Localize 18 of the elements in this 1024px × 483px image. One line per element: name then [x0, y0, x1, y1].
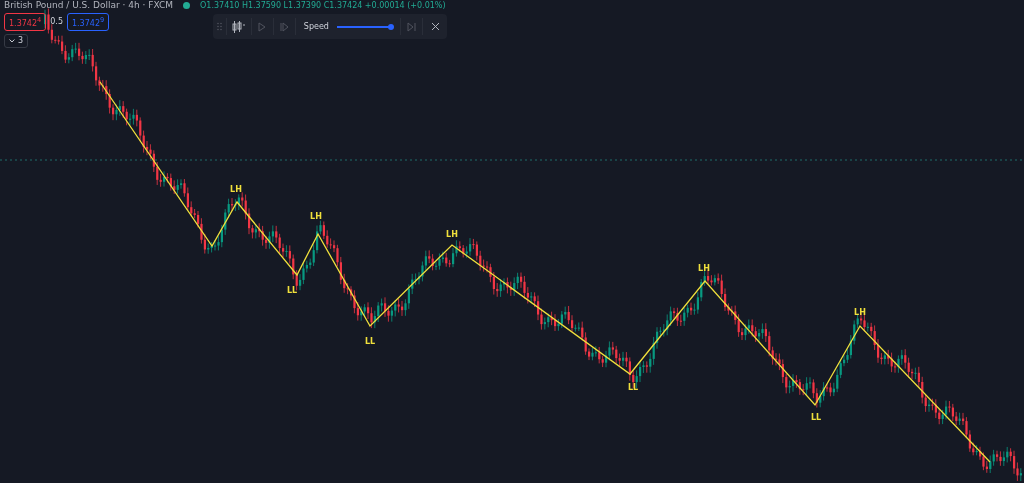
indicators-toggle[interactable]: 3 [4, 33, 28, 48]
chevron-down-icon [9, 38, 15, 43]
pivot-label: LL [810, 413, 822, 422]
pivot-label: LL [364, 337, 376, 346]
market-status-icon [183, 1, 190, 9]
pivot-label: LH [698, 264, 710, 273]
symbol-title: British Pound / U.S. Dollar · 4h · FXCM [4, 0, 173, 10]
pivot-label: LL [286, 286, 298, 295]
ohlc-values: O1.37410 H1.37590 L1.37390 C1.37424 +0.00014 (+0.01%) [200, 0, 446, 10]
speed-label: Speed [303, 22, 329, 31]
pivot-label: LH [230, 185, 242, 194]
pivot-label: LH [310, 212, 322, 221]
sell-price[interactable]: 1.3742$^{4}$ [4, 13, 47, 31]
pivot-label: LL [627, 383, 639, 392]
pivot-label: LH [854, 308, 866, 317]
buy-price[interactable]: 1.3742$^{9}$ [67, 13, 110, 31]
spread-value: 0.5 [50, 17, 63, 27]
pivot-label: LH [446, 230, 458, 239]
